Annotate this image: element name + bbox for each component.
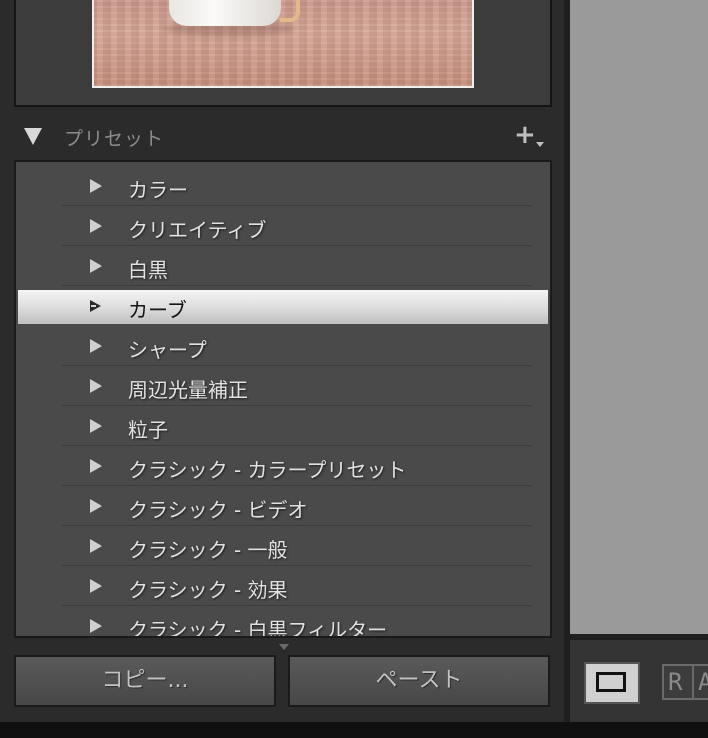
preset-folder-classic-bw-filter[interactable]: クラシック - 白黒フィルター <box>16 606 550 638</box>
preset-folder-label: クラシック - カラープリセット <box>128 458 407 482</box>
preset-folder-classic-general[interactable]: クラシック - 一般 <box>16 526 550 566</box>
preset-folder-color[interactable]: カラー <box>16 166 550 206</box>
expand-triangle-icon[interactable] <box>90 219 102 233</box>
plus-icon: + <box>514 120 536 150</box>
copy-button[interactable]: コピー... <box>14 655 276 707</box>
collapse-triangle-icon[interactable] <box>24 128 42 145</box>
expand-triangle-icon[interactable] <box>90 579 102 593</box>
expand-triangle-icon[interactable] <box>90 259 102 273</box>
preset-folder-sharpen[interactable]: シャープ <box>16 326 550 366</box>
bottom-strip <box>0 722 708 738</box>
before-after-label-r: R <box>668 668 683 696</box>
bottom-toolbar: R A <box>570 640 708 722</box>
presets-title: プリセット <box>64 128 165 150</box>
preset-folder-label: クラシック - ビデオ <box>128 498 308 522</box>
expand-triangle-icon[interactable] <box>90 539 102 553</box>
paste-button[interactable]: ペースト <box>288 655 550 707</box>
preset-folder-label: クラシック - 一般 <box>128 538 288 562</box>
expand-triangle-icon[interactable] <box>90 339 102 353</box>
preset-folder-label: クラシック - 白黒フィルター <box>128 618 388 638</box>
cup-image-detail <box>169 0 281 26</box>
row-divider <box>62 285 532 286</box>
dropdown-caret-icon <box>536 142 544 147</box>
right-area: R A <box>564 0 708 722</box>
preset-folder-grain[interactable]: 粒子 <box>16 406 550 446</box>
preview-image[interactable] <box>92 0 474 88</box>
preset-folder-classic-effects[interactable]: クラシック - 効果 <box>16 566 550 606</box>
expand-triangle-icon[interactable] <box>90 459 102 473</box>
preset-folder-label: 粒子 <box>128 418 168 442</box>
preset-folder-vignette[interactable]: 周辺光量補正 <box>16 366 550 406</box>
before-after-button[interactable]: R A <box>662 664 708 700</box>
left-panel: プリセット + カラー クリエイティブ 白黒 カーブ シャープ 周辺光量補正 粒… <box>0 0 564 722</box>
preset-folder-label: シャープ <box>128 338 207 362</box>
cup-handle-detail <box>280 0 300 22</box>
preset-folder-bw[interactable]: 白黒 <box>16 246 550 286</box>
preset-folder-label: カラー <box>128 178 188 202</box>
expand-triangle-icon[interactable] <box>90 499 102 513</box>
preset-folder-label: 周辺光量補正 <box>128 378 248 402</box>
preset-folder-label: クリエイティブ <box>128 218 267 242</box>
preset-list[interactable]: カラー クリエイティブ 白黒 カーブ シャープ 周辺光量補正 粒子 クラシック … <box>14 160 552 638</box>
preset-folder-label: 白黒 <box>128 258 168 282</box>
expand-triangle-icon[interactable] <box>90 419 102 433</box>
preset-folder-classic-video[interactable]: クラシック - ビデオ <box>16 486 550 526</box>
button-divider <box>692 666 694 698</box>
image-canvas[interactable] <box>570 0 708 634</box>
preset-folder-curve[interactable]: カーブ <box>18 290 548 324</box>
add-preset-button[interactable]: + <box>514 122 548 150</box>
preset-folder-creative[interactable]: クリエイティブ <box>16 206 550 246</box>
expand-triangle-icon[interactable] <box>90 619 102 633</box>
rectangle-icon <box>596 672 626 692</box>
loupe-view-button[interactable] <box>584 662 640 704</box>
before-after-label-a: A <box>698 666 708 698</box>
preset-folder-classic-color[interactable]: クラシック - カラープリセット <box>16 446 550 486</box>
preset-folder-label: カーブ <box>128 298 187 322</box>
preset-folder-label: クラシック - 効果 <box>128 578 288 602</box>
scroll-down-icon[interactable] <box>279 644 289 650</box>
expand-triangle-icon[interactable] <box>90 300 101 312</box>
presets-header[interactable]: プリセット + <box>0 118 564 154</box>
expand-triangle-icon[interactable] <box>90 379 102 393</box>
expand-triangle-icon[interactable] <box>90 179 102 193</box>
navigator-preview <box>14 0 552 107</box>
